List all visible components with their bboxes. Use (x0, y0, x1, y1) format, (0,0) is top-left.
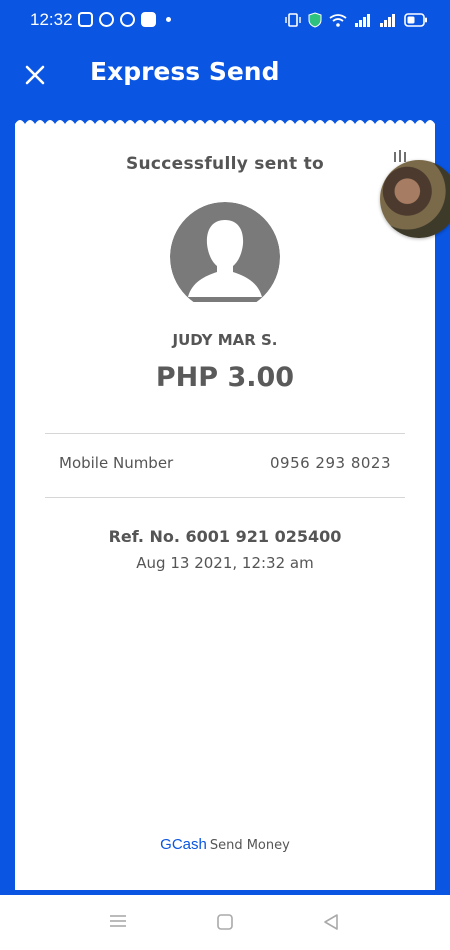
facebook-icon (120, 12, 135, 27)
amount-sent: PHP 3.00 (155, 362, 295, 393)
battery-icon (404, 13, 427, 27)
receipt-top-edge (15, 120, 435, 133)
vibrate-icon (285, 13, 301, 27)
receipt-bottom-edge (15, 876, 435, 889)
shield-icon (308, 12, 322, 28)
status-time: 12:32 (30, 10, 73, 29)
app-header: Express Send (0, 40, 450, 110)
messenger-icon (99, 12, 114, 27)
screen: 12:32 Express Send Successfully sent to … (0, 0, 450, 950)
menu-icon[interactable] (109, 913, 127, 929)
mobile-number-value: 0956 293 8023 (269, 454, 391, 472)
recipient-name: JUDY MAR S. (172, 331, 278, 349)
reference-number: Ref. No. 6001 921 025400 (108, 527, 342, 546)
receipt-footer: GCash Send Money (0, 835, 450, 853)
gcash-logo-text: GCash (160, 836, 207, 853)
status-app-icons (78, 12, 171, 27)
divider (45, 433, 405, 434)
success-heading: Successfully sent to (125, 154, 325, 174)
close-icon[interactable] (22, 62, 48, 88)
mobile-number-label: Mobile Number (59, 454, 174, 472)
signal-1-icon (355, 14, 370, 27)
home-icon[interactable] (216, 913, 234, 931)
divider (45, 497, 405, 498)
avatar-placeholder-icon (170, 202, 280, 302)
footer-subtitle: Send Money (209, 838, 290, 853)
signal-2-icon (380, 14, 395, 27)
status-system-icons (285, 12, 428, 28)
chat-head-bubble[interactable] (380, 160, 450, 238)
messages-icon (78, 12, 93, 27)
transaction-date: Aug 13 2021, 12:32 am (136, 554, 314, 572)
page-title: Express Send (90, 57, 280, 86)
back-icon[interactable] (322, 913, 340, 931)
status-bar: 12:32 (0, 0, 450, 40)
system-nav-bar (0, 895, 450, 950)
more-notifications-icon (166, 17, 171, 22)
wifi-icon (329, 14, 347, 27)
facebook-app-icon (141, 12, 156, 27)
